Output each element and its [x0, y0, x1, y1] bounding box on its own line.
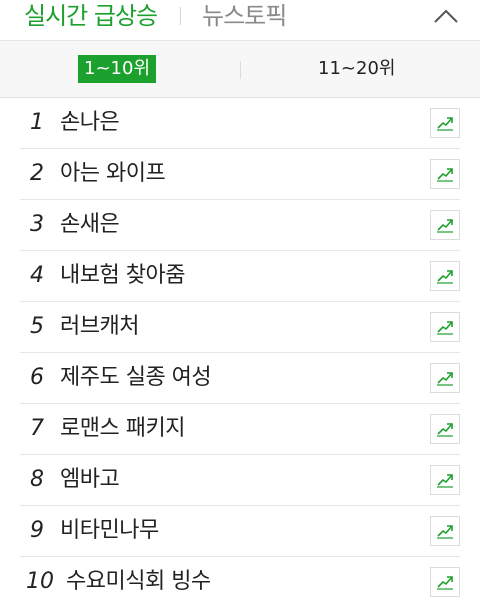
list-item[interactable]: 6 제주도 실종 여성 [20, 353, 460, 404]
rank-number: 10 [26, 569, 54, 594]
rank-number: 2 [30, 161, 44, 186]
search-term[interactable]: 아는 와이프 [60, 149, 166, 199]
trend-chart-icon[interactable] [430, 261, 460, 291]
list-item[interactable]: 10 수요미식회 빙수 [20, 557, 460, 607]
rank-range-tabs: 1~10위 11~20위 [0, 41, 480, 98]
trend-chart-icon[interactable] [430, 414, 460, 444]
ranking-list: 1 손나은 2 아는 와이프 3 손새은 4 내보험 찾아줌 5 러브캐처 6 … [20, 98, 460, 607]
list-item[interactable]: 4 내보험 찾아줌 [20, 251, 460, 302]
rank-number: 3 [30, 212, 44, 237]
header: 실시간 급상승 뉴스토픽 [0, 0, 480, 41]
rank-number: 5 [30, 314, 44, 339]
rank-number: 1 [30, 110, 44, 135]
rank-number: 7 [30, 416, 44, 441]
tab-divider [180, 7, 181, 25]
search-term[interactable]: 내보험 찾아줌 [60, 251, 185, 301]
rank-number: 6 [30, 365, 44, 390]
list-item[interactable]: 3 손새은 [20, 200, 460, 251]
rank-number: 9 [30, 518, 44, 543]
list-item[interactable]: 7 로맨스 패키지 [20, 404, 460, 455]
search-term[interactable]: 러브캐처 [60, 302, 139, 352]
tab-rank-1-10[interactable]: 1~10위 [78, 55, 156, 83]
search-term[interactable]: 손나은 [60, 98, 120, 148]
list-item[interactable]: 2 아는 와이프 [20, 149, 460, 200]
trend-chart-icon[interactable] [430, 312, 460, 342]
rank-number: 4 [30, 263, 44, 288]
trend-chart-icon[interactable] [430, 159, 460, 189]
subtab-divider [240, 61, 241, 79]
list-item[interactable]: 8 엠바고 [20, 455, 460, 506]
trend-chart-icon[interactable] [430, 108, 460, 138]
search-term[interactable]: 수요미식회 빙수 [66, 557, 211, 607]
trend-chart-icon[interactable] [430, 465, 460, 495]
list-item[interactable]: 9 비타민나무 [20, 506, 460, 557]
search-term[interactable]: 제주도 실종 여성 [60, 353, 212, 403]
search-term[interactable]: 로맨스 패키지 [60, 404, 185, 454]
search-term[interactable]: 엠바고 [60, 455, 120, 505]
trend-chart-icon[interactable] [430, 516, 460, 546]
rank-number: 8 [30, 467, 44, 492]
trend-chart-icon[interactable] [430, 363, 460, 393]
tab-realtime-rising[interactable]: 실시간 급상승 [24, 0, 158, 32]
tab-news-topic[interactable]: 뉴스토픽 [202, 0, 287, 32]
list-item[interactable]: 5 러브캐처 [20, 302, 460, 353]
search-term[interactable]: 손새은 [60, 200, 120, 250]
tab-rank-11-20[interactable]: 11~20위 [318, 55, 395, 83]
trend-chart-icon[interactable] [430, 567, 460, 597]
list-item[interactable]: 1 손나은 [20, 98, 460, 149]
trend-chart-icon[interactable] [430, 210, 460, 240]
chevron-up-icon[interactable] [432, 4, 460, 28]
search-term[interactable]: 비타민나무 [60, 506, 159, 556]
